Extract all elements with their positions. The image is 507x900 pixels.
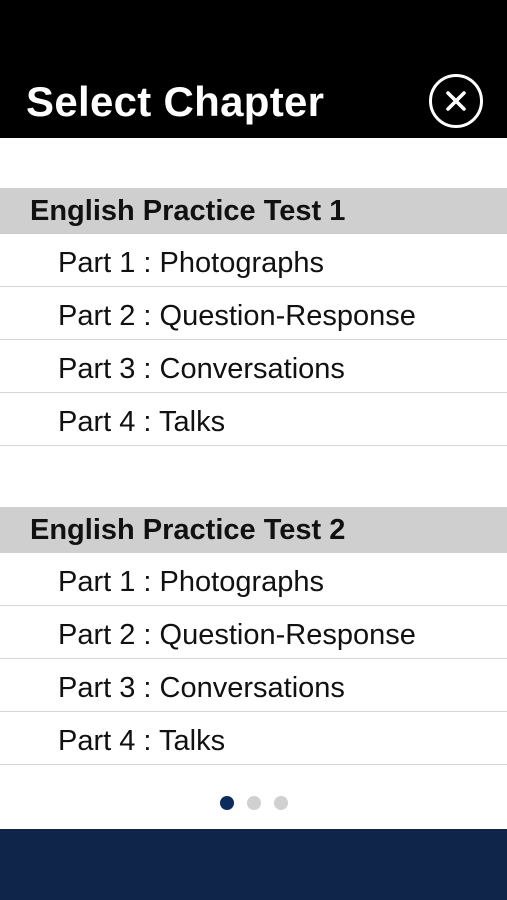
header-bar: Select Chapter	[0, 0, 507, 138]
footer-bar	[0, 829, 507, 900]
chapter-section-test-2: English Practice Test 2 Part 1 : Photogr…	[0, 507, 507, 765]
chapter-item[interactable]: Part 4 : Talks	[0, 393, 507, 446]
page-indicator	[0, 796, 507, 812]
chapter-item[interactable]: Part 1 : Photographs	[0, 234, 507, 287]
page-dot-1[interactable]	[219, 796, 234, 810]
chapter-item[interactable]: Part 4 : Talks	[0, 712, 507, 765]
page-title: Select Chapter	[26, 78, 325, 125]
section-header: English Practice Test 1	[0, 188, 507, 234]
close-icon	[446, 91, 466, 111]
close-button[interactable]	[429, 74, 483, 128]
chapter-item[interactable]: Part 3 : Conversations	[0, 659, 507, 712]
section-header: English Practice Test 2	[0, 507, 507, 553]
page-dot-3[interactable]	[273, 796, 288, 810]
chapter-item[interactable]: Part 1 : Photographs	[0, 553, 507, 606]
page-dot-2[interactable]	[246, 796, 261, 810]
chapter-item[interactable]: Part 2 : Question-Response	[0, 287, 507, 340]
chapter-item[interactable]: Part 2 : Question-Response	[0, 606, 507, 659]
chapter-section-test-1: English Practice Test 1 Part 1 : Photogr…	[0, 188, 507, 446]
chapter-item[interactable]: Part 3 : Conversations	[0, 340, 507, 393]
